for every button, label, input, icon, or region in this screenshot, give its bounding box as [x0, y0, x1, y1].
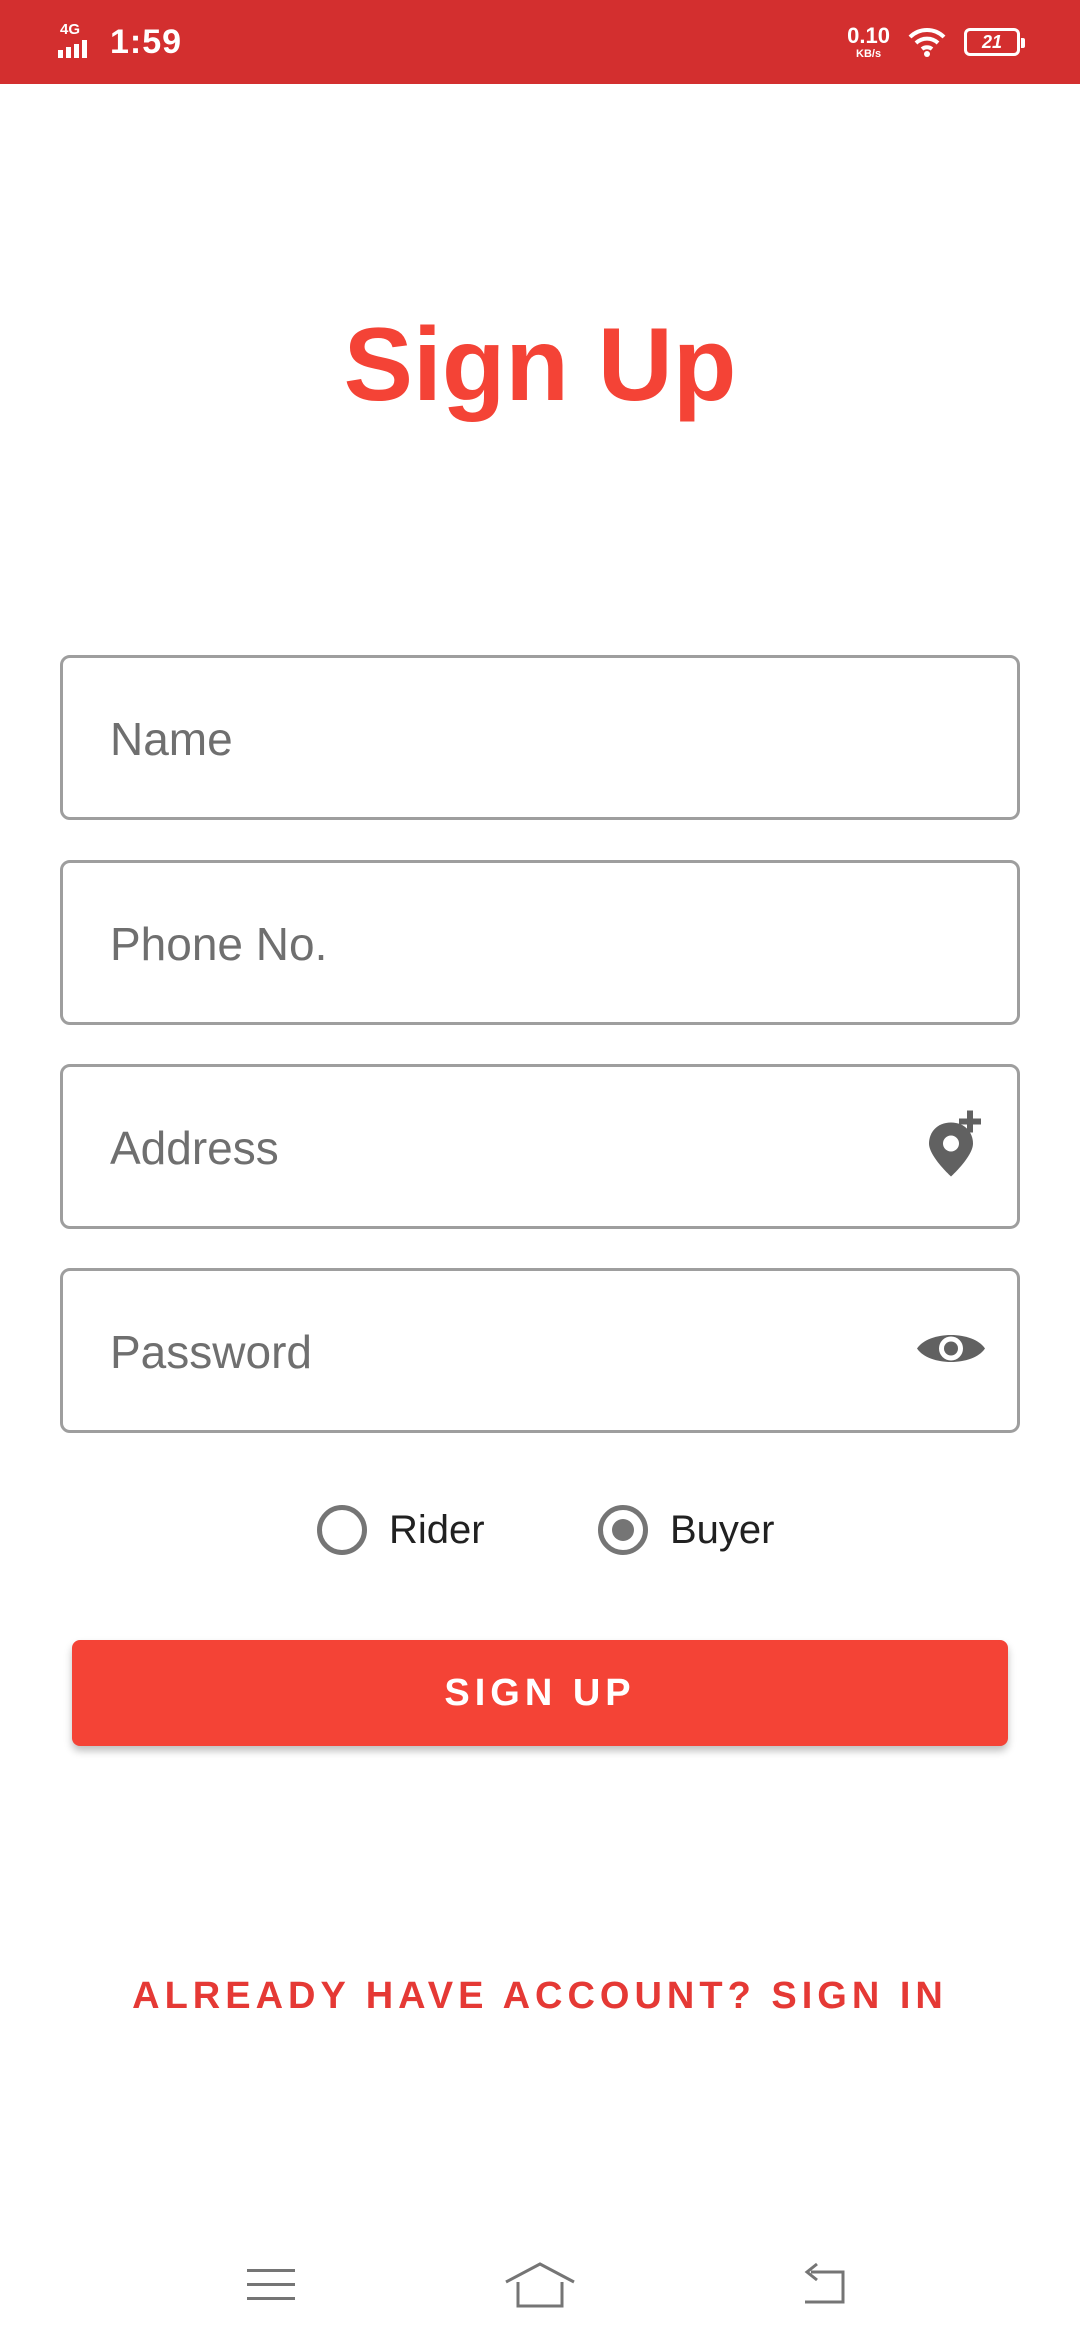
battery-icon: 21	[964, 28, 1025, 56]
role-radio-buyer[interactable]: Buyer	[598, 1495, 775, 1565]
status-bar: 4G 1:59 0.10 KB/s 21	[0, 0, 1080, 84]
eye-icon[interactable]	[915, 1324, 987, 1377]
add-location-icon[interactable]	[923, 1108, 987, 1185]
page-title: Sign Up	[343, 307, 737, 423]
clock: 1:59	[110, 22, 183, 61]
radio-checked-icon[interactable]	[598, 1505, 648, 1555]
battery-level: 21	[981, 31, 1003, 52]
signal-icon: 4G	[58, 22, 96, 62]
network-type: 4G	[60, 21, 81, 38]
phone-input[interactable]	[108, 863, 932, 1024]
password-input[interactable]	[108, 1271, 932, 1432]
phone-field[interactable]	[60, 860, 1020, 1025]
radio-unchecked-icon[interactable]	[317, 1505, 367, 1555]
home-icon[interactable]	[500, 2250, 580, 2320]
speed-unit: KB/s	[856, 47, 882, 60]
role-radio-group: Rider Buyer	[0, 1495, 1080, 1565]
address-field[interactable]	[60, 1064, 1020, 1229]
navigation-bar	[0, 2230, 1080, 2340]
status-left: 4G 1:59	[58, 0, 182, 84]
name-input[interactable]	[108, 658, 932, 819]
network-speed: 0.10 KB/s	[847, 22, 890, 60]
address-input[interactable]	[108, 1067, 932, 1228]
menu-icon[interactable]	[231, 2250, 311, 2320]
status-right: 0.10 KB/s 21	[847, 0, 1025, 84]
wifi-icon	[908, 27, 946, 57]
speed-value: 0.10	[847, 22, 890, 48]
role-label-rider: Rider	[389, 1507, 485, 1552]
back-icon[interactable]	[783, 2250, 863, 2320]
password-field[interactable]	[60, 1268, 1020, 1433]
sign-up-button[interactable]: SIGN UP	[72, 1640, 1008, 1746]
role-label-buyer: Buyer	[670, 1507, 775, 1552]
sign-in-link[interactable]: ALREADY HAVE ACCOUNT? SIGN IN	[0, 1975, 1080, 2018]
role-radio-rider[interactable]: Rider	[317, 1495, 485, 1565]
name-field[interactable]	[60, 655, 1020, 820]
